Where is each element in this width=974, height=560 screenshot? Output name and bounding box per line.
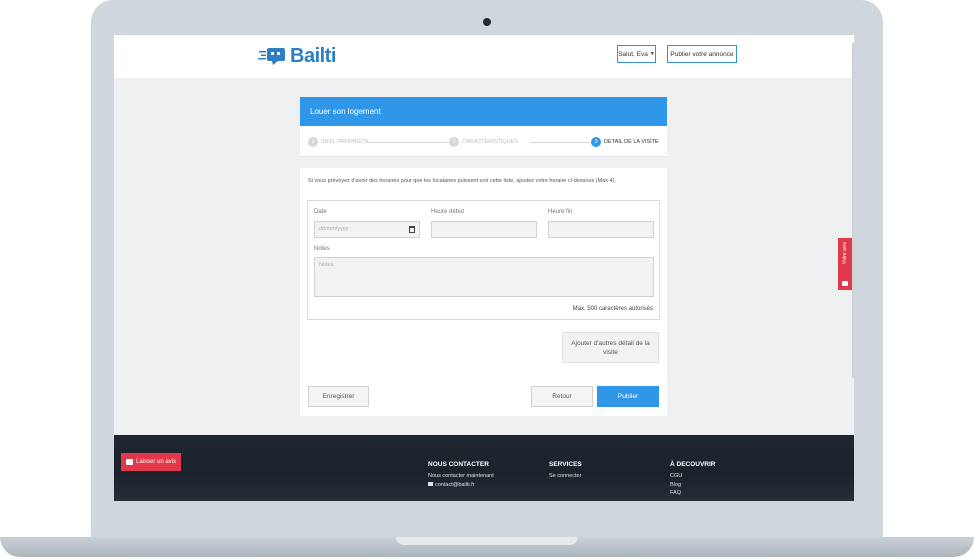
notes-placeholder: Notes <box>319 262 334 268</box>
feedback-tab[interactable]: Votre avis <box>838 238 852 290</box>
start-time-input[interactable] <box>431 221 537 238</box>
form-intro: Si vous prévoyez d'avoir des horaires po… <box>308 178 616 184</box>
footer: Laisser un avis NOUS CONTACTER Nous cont… <box>114 435 854 501</box>
top-navbar: Bailti Salut, Eva ▼ Publier votre annonc… <box>114 35 854 78</box>
chat-icon <box>126 459 133 465</box>
notes-textarea[interactable]: Notes <box>314 257 654 297</box>
footer-email-text: contact@bailti.fr <box>435 481 475 488</box>
char-counter: Max. 500 caractères autorisés <box>572 306 653 312</box>
visit-slot: Date dd/mm/yyyy Heure début Heure fin No… <box>307 200 660 320</box>
user-menu-button[interactable]: Salut, Eva ▼ <box>617 45 656 63</box>
back-button[interactable]: Retour <box>531 386 593 407</box>
footer-discover: À DECOUVRIR CGU Blog FAQ <box>670 461 716 498</box>
step-label: INFO. PROPRIETE <box>321 139 369 145</box>
step-label: CARACTERISTIQUES <box>462 139 518 145</box>
footer-heading: NOUS CONTACTER <box>428 461 489 468</box>
date-label: Date <box>314 209 327 215</box>
mail-icon <box>428 482 433 487</box>
feedback-tab-label: Votre avis <box>842 242 848 264</box>
footer-link-cgu[interactable]: CGU <box>670 472 716 481</box>
step-label: DETAIL DE LA VISITE <box>604 139 659 145</box>
feedback-icon <box>842 281 848 286</box>
calendar-icon[interactable] <box>409 226 415 233</box>
publish-button[interactable]: Publier <box>597 386 659 407</box>
card-title: Louer son logement <box>300 97 667 126</box>
logo-icon <box>258 48 285 65</box>
date-placeholder: dd/mm/yyyy <box>319 226 349 232</box>
screen: Bailti Salut, Eva ▼ Publier votre annonc… <box>114 35 854 501</box>
step-number: 1 <box>308 137 318 147</box>
notes-label: Notes <box>314 246 330 252</box>
footer-link-blog[interactable]: Blog <box>670 481 716 490</box>
end-time-label: Heure fin <box>548 209 573 215</box>
step-connector <box>367 142 447 143</box>
step-connector <box>530 142 590 143</box>
laptop-notch <box>396 537 578 545</box>
step-detail-visite[interactable]: 3 DETAIL DE LA VISITE <box>591 137 659 147</box>
visit-form: Si vous prévoyez d'avoir des horaires po… <box>300 168 667 416</box>
leave-review-button[interactable]: Laisser un avis <box>121 453 181 471</box>
start-time-label: Heure début <box>431 209 465 215</box>
leave-review-label: Laisser un avis <box>136 459 177 465</box>
scrollbar[interactable] <box>852 43 854 378</box>
add-visit-detail-button[interactable]: Ajouter d'autres détail de la visite <box>562 332 659 363</box>
caret-down-icon: ▼ <box>649 51 655 57</box>
step-number: 2 <box>449 137 459 147</box>
footer-services: SERVICES Se connecter <box>549 461 582 481</box>
footer-heading: À DECOUVRIR <box>670 461 716 468</box>
step-caracteristiques[interactable]: 2 CARACTERISTIQUES <box>449 137 518 147</box>
camera-icon <box>483 18 491 26</box>
footer-email[interactable]: contact@bailti.fr <box>428 481 494 490</box>
end-time-input[interactable] <box>548 221 654 238</box>
publish-listing-button[interactable]: Publier votre annonce <box>667 45 737 63</box>
step-info-propriete[interactable]: 1 INFO. PROPRIETE <box>308 137 369 147</box>
save-button[interactable]: Enregistrer <box>308 386 369 407</box>
date-input[interactable]: dd/mm/yyyy <box>314 221 420 238</box>
user-menu-label: Salut, Eva <box>618 50 648 58</box>
footer-heading: SERVICES <box>549 461 582 468</box>
step-number: 3 <box>591 137 601 147</box>
brand-name: Bailti <box>290 44 336 67</box>
footer-contact: NOUS CONTACTER Nous contacter maintenant… <box>428 461 494 489</box>
stepper: 1 INFO. PROPRIETE 2 CARACTERISTIQUES 3 D… <box>300 126 667 157</box>
footer-login-link[interactable]: Se connecter <box>549 472 582 481</box>
footer-contact-link[interactable]: Nous contacter maintenant <box>428 472 494 481</box>
brand-logo[interactable]: Bailti <box>258 44 336 68</box>
footer-link-faq[interactable]: FAQ <box>670 489 716 498</box>
